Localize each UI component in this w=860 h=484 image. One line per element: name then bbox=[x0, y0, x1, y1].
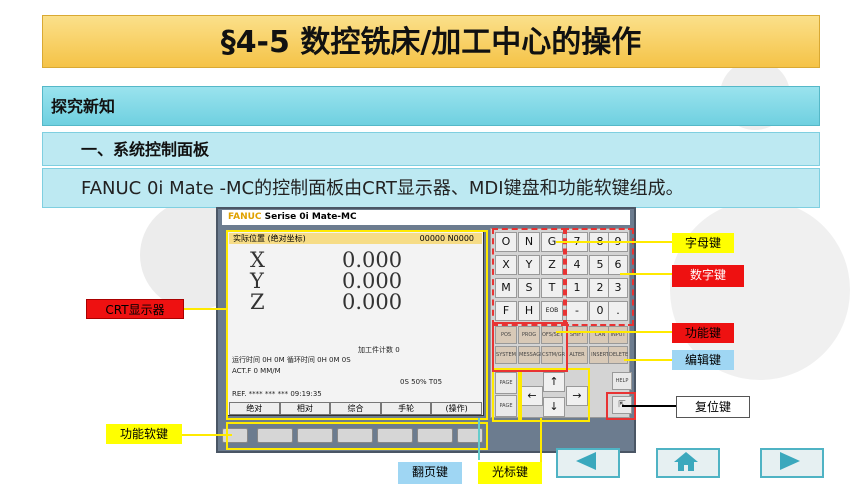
description-text: FANUC 0i Mate -MC的控制面板由CRT显示器、MDI键盘和功能软键… bbox=[42, 168, 820, 208]
callout-cursor-keys: 光标键 bbox=[478, 462, 542, 484]
brand-name: FANUC bbox=[228, 212, 262, 222]
connector-letter bbox=[556, 241, 674, 243]
home-icon bbox=[674, 452, 698, 471]
panel-brand-bar: FANUC Serise 0i Mate-MC bbox=[222, 210, 630, 225]
key-shift[interactable]: SHIFT bbox=[566, 326, 588, 344]
next-slide-button[interactable] bbox=[760, 448, 824, 478]
highlight-function-keys bbox=[492, 322, 568, 372]
section-heading: 探究新知 bbox=[42, 86, 820, 126]
callout-function-keys: 功能键 bbox=[672, 323, 734, 343]
next-icon bbox=[780, 452, 800, 470]
key-delete[interactable]: DELETE bbox=[608, 346, 628, 364]
prev-slide-button[interactable] bbox=[556, 448, 620, 478]
home-button[interactable] bbox=[656, 448, 720, 478]
subsection-heading: 一、系统控制面板 bbox=[42, 132, 820, 166]
connector-reset bbox=[622, 405, 676, 407]
connector-page bbox=[478, 418, 480, 460]
highlight-screen bbox=[226, 230, 488, 420]
prev-icon bbox=[576, 452, 596, 470]
callout-letter-keys: 字母键 bbox=[672, 233, 734, 253]
callout-soft-keys: 功能软键 bbox=[106, 424, 182, 444]
callout-edit-keys: 编辑键 bbox=[672, 350, 734, 370]
connector-crt bbox=[184, 308, 228, 310]
key-input[interactable]: INPUT bbox=[608, 326, 628, 344]
callout-reset-key: 复位键 bbox=[676, 396, 750, 418]
key-alter[interactable]: ALTER bbox=[566, 346, 588, 364]
connector-edit bbox=[624, 359, 674, 361]
callout-number-keys: 数字键 bbox=[672, 265, 744, 287]
key-help[interactable]: HELP bbox=[612, 372, 632, 390]
highlight-cursor-keys bbox=[518, 368, 590, 422]
slide-title: §4-5 数控铣床/加工中心的操作 bbox=[42, 15, 820, 68]
connector-softkey bbox=[182, 434, 232, 436]
connector-function bbox=[556, 331, 674, 333]
connector-number bbox=[620, 273, 674, 275]
model-name: Serise 0i Mate-MC bbox=[264, 212, 357, 222]
callout-page-keys: 翻页键 bbox=[398, 462, 462, 484]
callout-crt: CRT显示器 bbox=[86, 299, 184, 319]
highlight-softkeys bbox=[226, 422, 488, 450]
connector-cursor bbox=[540, 418, 542, 462]
